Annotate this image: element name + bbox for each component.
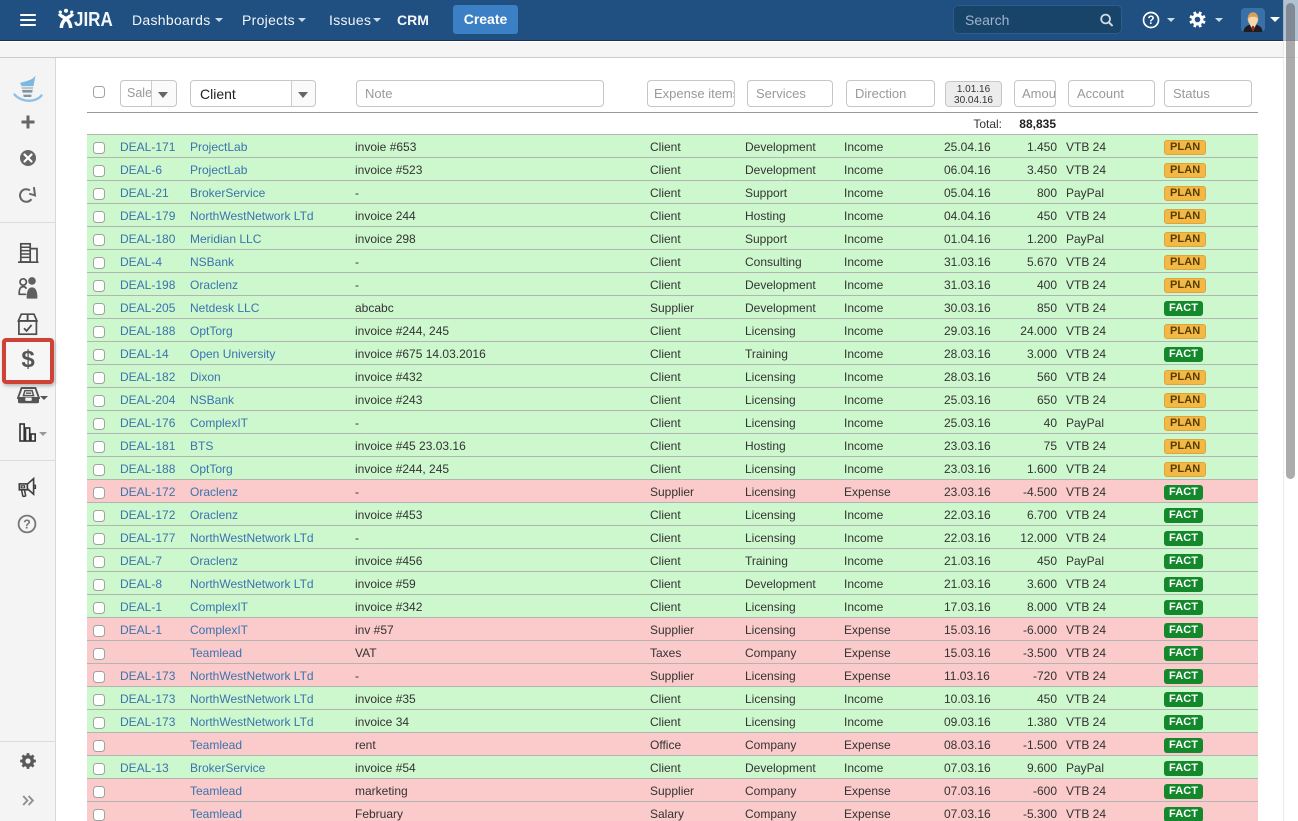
svg-text:?: ? [1147, 15, 1154, 27]
svg-text:?: ? [23, 518, 31, 532]
